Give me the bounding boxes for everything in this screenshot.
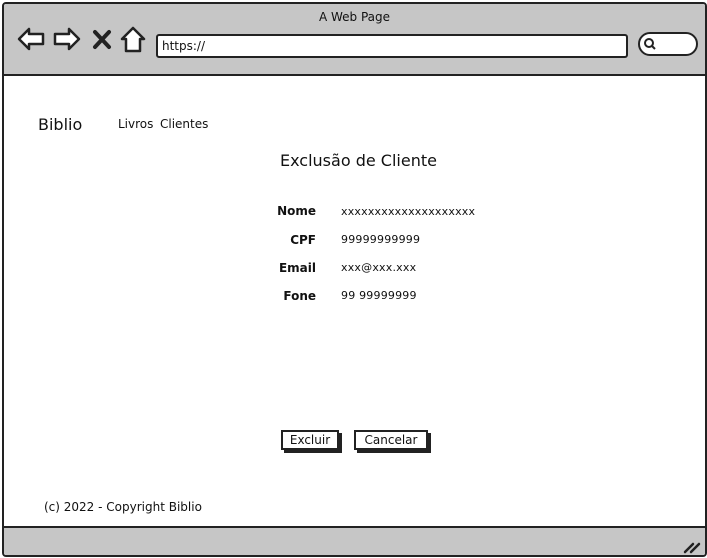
page-title: Exclusão de Cliente [280,151,437,170]
close-icon[interactable] [90,24,114,54]
back-arrow-icon[interactable] [16,24,46,54]
field-value-fone: 99 99999999 [341,289,417,302]
field-label-nome: Nome [277,204,316,218]
footer-copyright: (c) 2022 - Copyright Biblio [44,500,202,514]
browser-window: A Web Page Biblio Livros Clientes Exclus… [2,2,707,557]
search-button[interactable] [638,32,698,56]
window-title: A Web Page [318,10,391,24]
field-value-email: xxx@xxx.xxx [341,261,417,274]
field-label-email: Email [278,261,316,275]
forward-arrow-icon[interactable] [52,24,82,54]
address-bar[interactable] [156,34,628,58]
field-label-cpf: CPF [290,233,316,247]
field-value-nome: xxxxxxxxxxxxxxxxxxxx [341,205,476,218]
resize-grip-icon[interactable] [681,534,701,554]
nav-link-clientes[interactable]: Clientes [160,117,208,131]
cancel-button[interactable]: Cancelar [354,430,428,450]
browser-status-bar [4,526,705,555]
site-brand: Biblio [38,115,83,134]
field-value-cpf: 99999999999 [341,233,421,246]
nav-link-livros[interactable]: Livros [118,117,153,131]
home-icon[interactable] [118,24,148,54]
field-label-fone: Fone [283,289,316,303]
search-icon [644,38,656,50]
browser-toolbar: A Web Page [4,4,705,76]
delete-button[interactable]: Excluir [281,430,339,450]
